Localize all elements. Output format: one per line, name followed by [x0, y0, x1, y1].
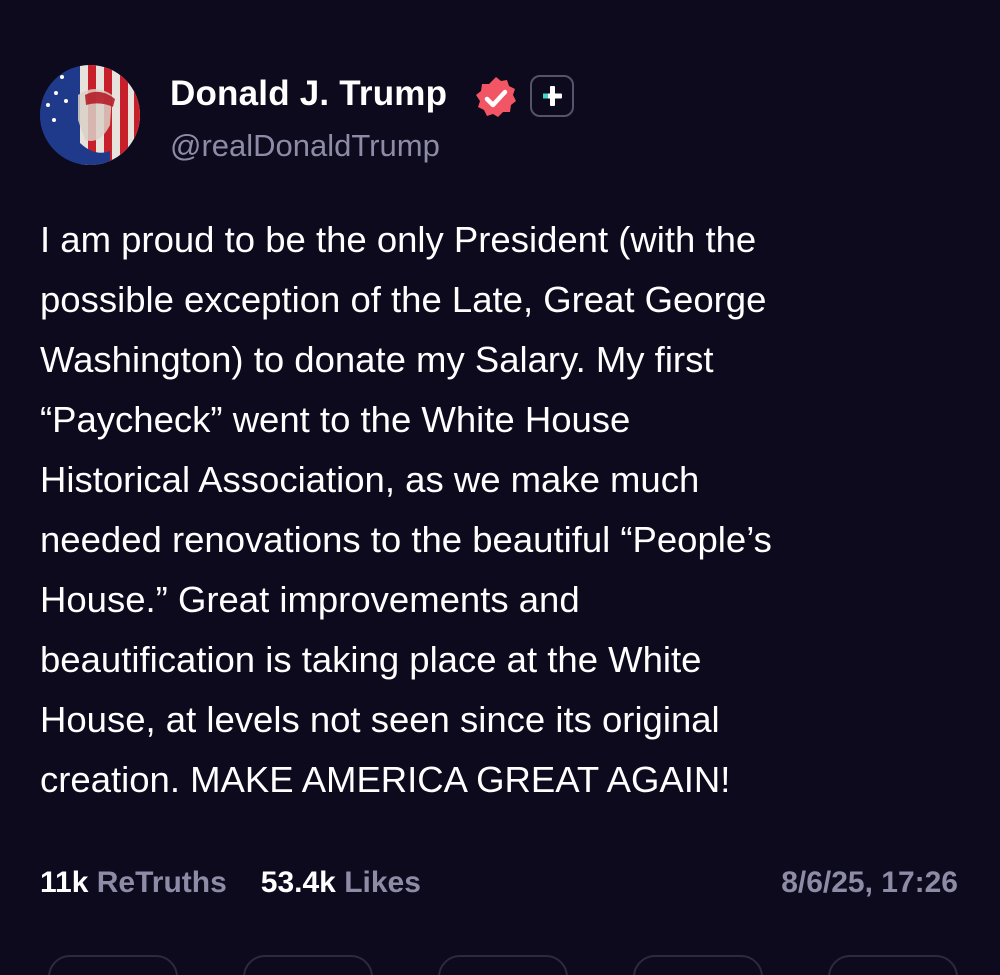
- post-body-line: creation. MAKE AMERICA GREAT AGAIN!: [40, 759, 731, 800]
- post-stats: 11k ReTruths 53.4k Likes: [40, 866, 421, 900]
- author-handle[interactable]: @realDonaldTrump: [170, 128, 440, 164]
- retruths-count: 11k: [40, 866, 89, 899]
- truth-post: Donald J. Trump @realDonaldTrump I am pr…: [0, 0, 1000, 975]
- share-button[interactable]: [633, 955, 763, 975]
- avatar[interactable]: [40, 65, 140, 165]
- post-body-line: I am proud to be the only President (wit…: [40, 219, 757, 260]
- post-body-line: Historical Association, as we make much: [40, 459, 700, 500]
- retruths-stat[interactable]: 11k ReTruths: [40, 866, 227, 900]
- post-body: I am proud to be the only President (wit…: [40, 210, 970, 810]
- post-body-line: Washington) to donate my Salary. My firs…: [40, 339, 714, 380]
- avatar-image: [40, 65, 140, 165]
- post-body-line: “Paycheck” went to the White House: [40, 399, 631, 440]
- post-body-line: House.” Great improvements and: [40, 579, 580, 620]
- reply-button[interactable]: [48, 955, 178, 975]
- more-button[interactable]: [828, 955, 958, 975]
- author-display-name[interactable]: Donald J. Trump: [170, 74, 447, 114]
- follow-button[interactable]: [530, 75, 574, 117]
- likes-label: Likes: [344, 866, 421, 899]
- likes-count: 53.4k: [260, 866, 336, 899]
- post-body-line: House, at levels not seen since its orig…: [40, 699, 720, 740]
- verified-badge-icon: [472, 74, 520, 122]
- like-button[interactable]: [438, 955, 568, 975]
- post-body-line: beautification is taking place at the Wh…: [40, 639, 702, 680]
- retruth-button[interactable]: [243, 955, 373, 975]
- action-bar: [0, 955, 1000, 975]
- retruths-label: ReTruths: [96, 866, 227, 899]
- likes-stat[interactable]: 53.4k Likes: [261, 866, 421, 900]
- post-timestamp: 8/6/25, 17:26: [781, 866, 958, 899]
- post-body-line: needed renovations to the beautiful “Peo…: [40, 519, 772, 560]
- post-body-line: possible exception of the Late, Great Ge…: [40, 279, 767, 320]
- plus-icon: [543, 86, 562, 106]
